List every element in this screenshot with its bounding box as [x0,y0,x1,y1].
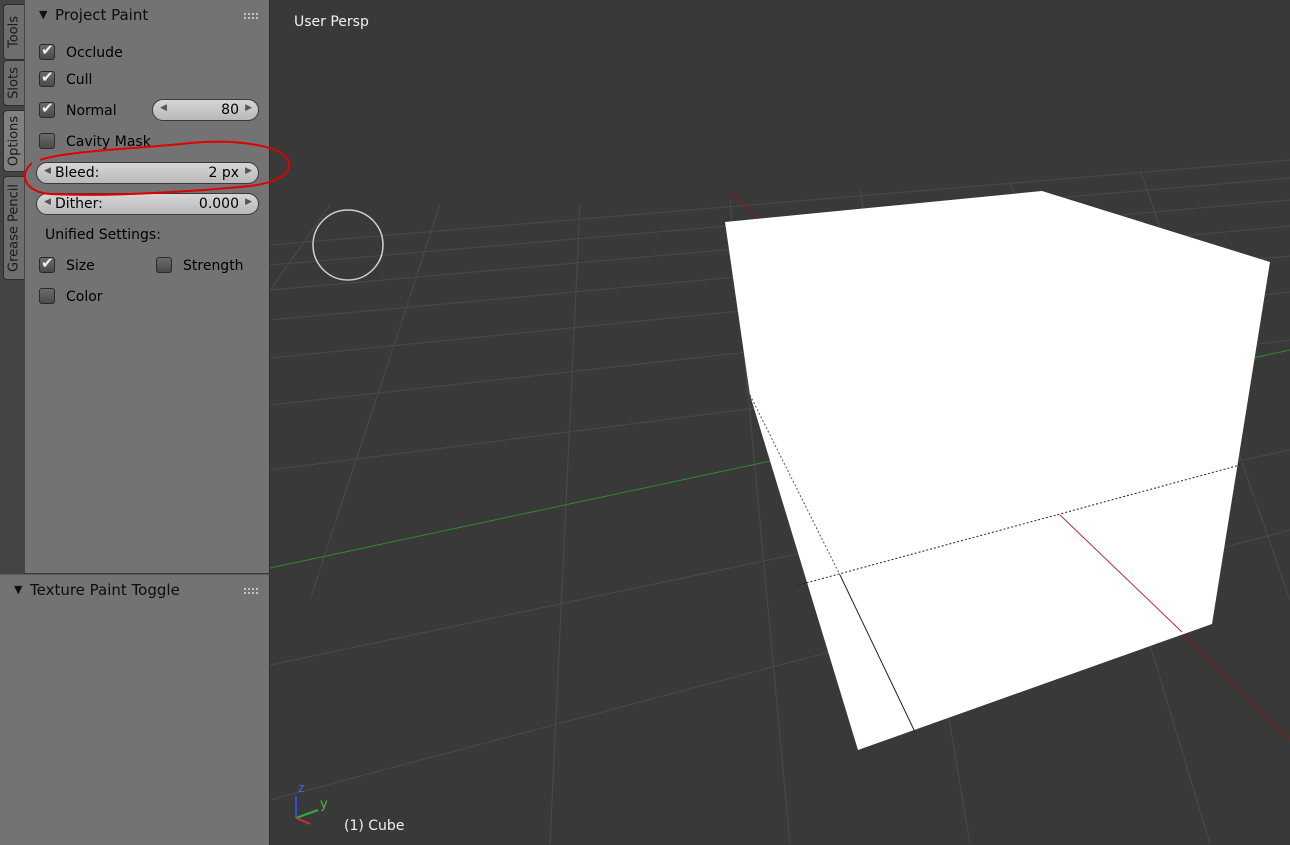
3d-viewport[interactable]: User Persp z y (1) Cube [270,0,1290,844]
increment-arrow-icon[interactable]: ▶ [245,197,252,207]
unified-color-label: Color [66,289,103,305]
bleed-field[interactable]: ◀ Bleed: 2 px ▶ [36,162,259,184]
project-paint-panel: ▼ Project Paint ✔ Occlude ✔ Cull ✔ Norma… [25,0,270,573]
tab-options-label: Options [6,115,22,167]
cull-label: Cull [66,72,93,88]
checkmark-icon: ✔ [41,254,54,272]
normal-angle-field[interactable]: ◀ 80 ▶ [152,99,259,121]
drag-grip-icon[interactable] [243,587,259,595]
tab-slots[interactable]: Slots [3,60,24,106]
increment-arrow-icon[interactable]: ▶ [245,103,252,113]
panel-title: Project Paint [55,6,149,24]
tab-grease-pencil[interactable]: Grease Pencil [3,176,24,280]
increment-arrow-icon[interactable]: ▶ [245,166,252,176]
cube-object[interactable] [725,191,1270,750]
active-object-label: (1) Cube [344,818,405,834]
normal-angle-value: 80 [221,102,239,118]
occlude-checkbox[interactable]: ✔ [39,41,55,60]
normal-checkbox[interactable]: ✔ [39,99,55,118]
occlude-label: Occlude [66,45,123,61]
tab-slots-label: Slots [6,67,22,99]
viewport-scene [270,159,1290,844]
checkmark-icon: ✔ [41,99,54,117]
checkmark-icon: ✔ [41,68,54,86]
gizmo-y-label: y [320,797,328,812]
view-name-label: User Persp [294,14,369,30]
collapse-triangle-icon[interactable]: ▼ [39,8,47,21]
collapse-triangle-icon[interactable]: ▼ [14,583,22,596]
dither-field[interactable]: ◀ Dither: 0.000 ▶ [36,193,259,215]
bleed-value: 2 px [208,165,239,181]
dither-value: 0.000 [198,196,239,212]
decrement-arrow-icon[interactable]: ◀ [44,166,51,176]
tool-shelf-tabs: Tools Slots Options Grease Pencil [0,0,26,576]
cavity-mask-label: Cavity Mask [66,134,151,150]
decrement-arrow-icon[interactable]: ◀ [160,103,167,113]
brush-cursor-circle [312,209,384,281]
unified-size-label: Size [66,258,95,274]
panel-title: Texture Paint Toggle [30,581,180,599]
tab-tools[interactable]: Tools [3,4,24,60]
texture-paint-toggle-header[interactable]: ▼ Texture Paint Toggle [0,575,269,605]
cavity-mask-checkbox[interactable] [39,133,55,149]
tab-grease-pencil-label: Grease Pencil [6,184,22,272]
unified-settings-label: Unified Settings: [45,227,161,243]
decrement-arrow-icon[interactable]: ◀ [44,197,51,207]
axis-gizmo [295,796,319,825]
normal-label: Normal [66,103,117,119]
project-paint-header[interactable]: ▼ Project Paint [25,0,269,30]
texture-paint-toggle-panel: ▼ Texture Paint Toggle [0,574,270,845]
checkmark-icon: ✔ [41,41,54,59]
unified-strength-checkbox[interactable] [156,257,172,273]
gizmo-z-label: z [298,781,305,795]
dither-label: Dither: [55,196,103,212]
cull-checkbox[interactable]: ✔ [39,68,55,87]
unified-color-checkbox[interactable] [39,288,55,304]
drag-grip-icon[interactable] [243,12,259,20]
unified-strength-label: Strength [183,258,244,274]
unified-size-checkbox[interactable]: ✔ [39,254,55,273]
tab-options[interactable]: Options [3,110,24,172]
bleed-label: Bleed: [55,165,100,181]
tab-tools-label: Tools [6,15,22,49]
